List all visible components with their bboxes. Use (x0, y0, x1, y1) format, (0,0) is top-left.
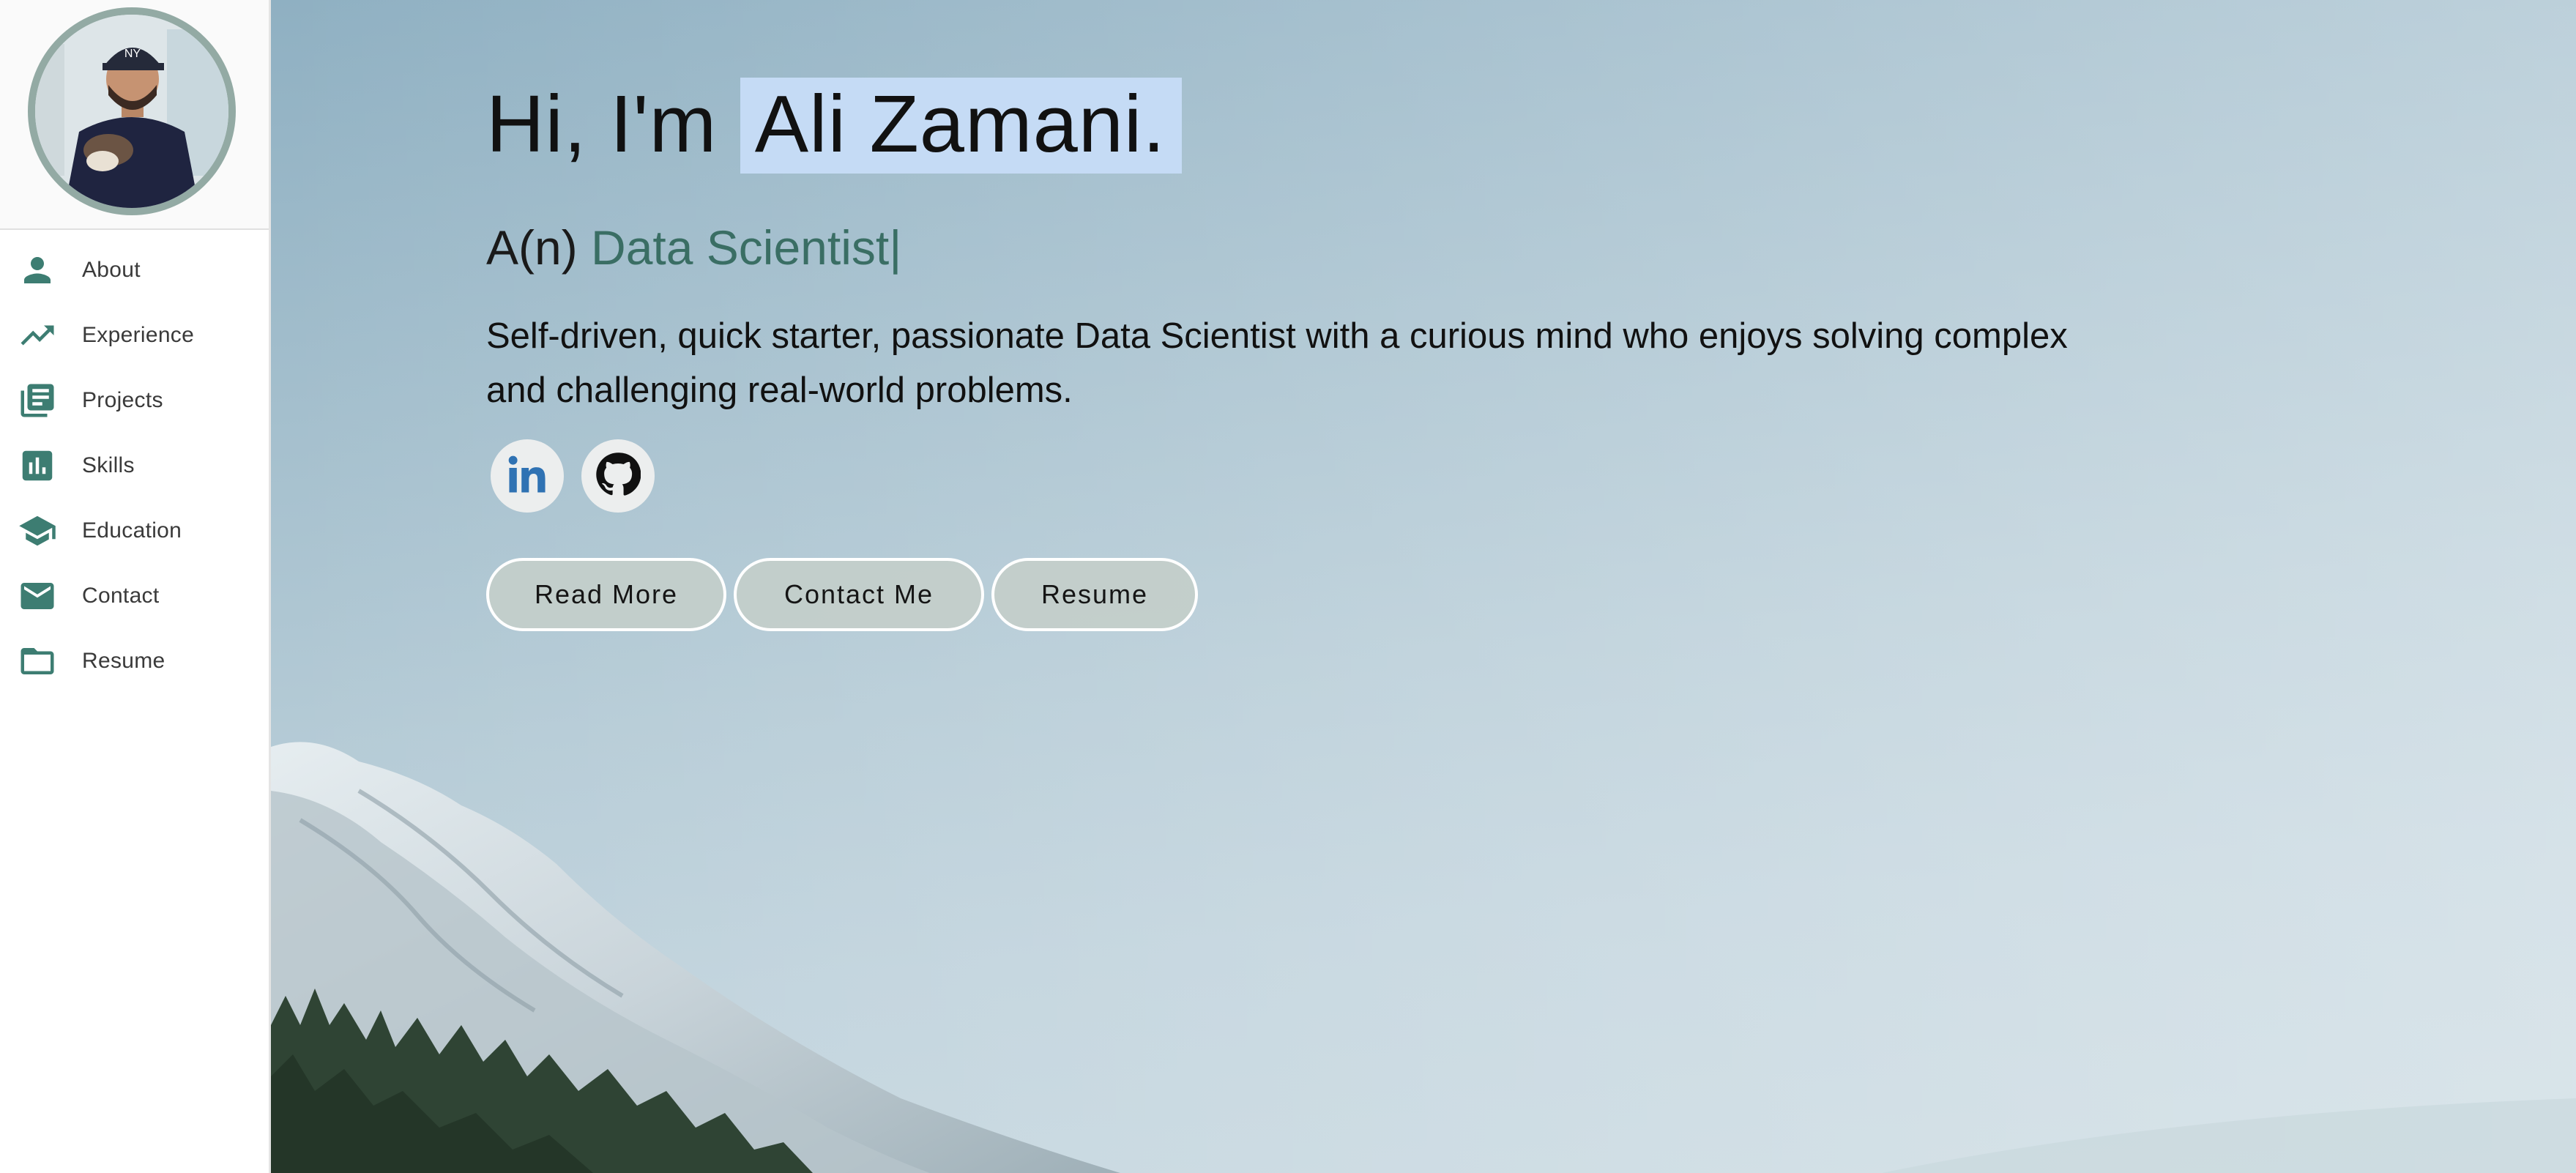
github-link[interactable] (581, 439, 655, 513)
sidebar-item-contact[interactable]: Contact (0, 563, 269, 628)
sidebar-item-label: About (82, 257, 141, 282)
avatar: NY (28, 7, 236, 215)
hero-greeting: Hi, I'm Ali Zamani. (486, 76, 1182, 174)
avatar-photo: NY (35, 15, 228, 208)
sidebar-item-projects[interactable]: Projects (0, 368, 269, 433)
sidebar-item-label: Experience (82, 322, 195, 347)
hero-name: Ali Zamani. (740, 78, 1182, 174)
greeting-prefix: Hi, I'm (486, 79, 718, 169)
linkedin-icon (505, 452, 550, 501)
contact-me-button[interactable]: Contact Me (734, 558, 984, 631)
svg-text:NY: NY (124, 48, 141, 60)
sidebar-item-label: Resume (82, 648, 165, 673)
sidebar-item-label: Projects (82, 387, 163, 412)
hero-bio: Self-driven, quick starter, passionate D… (486, 316, 2068, 410)
github-icon (595, 452, 641, 501)
sidebar-item-resume[interactable]: Resume (0, 628, 269, 693)
typing-cursor: | (889, 220, 902, 275)
hero-actions: Read More Contact Me Resume (486, 558, 1198, 631)
sidebar-item-experience[interactable]: Experience (0, 302, 269, 368)
linkedin-link[interactable] (491, 439, 564, 513)
sidebar-item-education[interactable]: Education (0, 498, 269, 563)
graduation-cap-icon (18, 511, 57, 551)
sidebar-item-label: Education (82, 518, 182, 543)
role-typed-text: Data Scientist (591, 220, 890, 275)
social-links (491, 439, 655, 513)
resume-button[interactable]: Resume (991, 558, 1198, 631)
read-more-button[interactable]: Read More (486, 558, 726, 631)
hero-role: A(n) Data Scientist| (486, 220, 901, 275)
folder-icon (18, 641, 57, 681)
sidebar-item-label: Skills (82, 453, 135, 477)
role-prefix: A(n) (486, 220, 578, 275)
mail-icon (18, 576, 57, 616)
library-books-icon (18, 381, 57, 420)
person-icon (18, 250, 57, 290)
bar-chart-icon (18, 446, 57, 485)
sidebar-item-skills[interactable]: Skills (0, 433, 269, 498)
sidebar-item-label: Contact (82, 583, 160, 608)
avatar-area: NY (0, 0, 269, 230)
sidebar-item-about[interactable]: About (0, 237, 269, 302)
hero-section: Hi, I'm Ali Zamani. A(n) Data Scientist|… (271, 0, 2576, 1173)
sidebar: NY About Experience Projects Skills Educ… (0, 0, 271, 1173)
sidebar-nav: About Experience Projects Skills Educati… (0, 230, 269, 693)
page: NY About Experience Projects Skills Educ… (0, 0, 2576, 1173)
trending-up-icon (18, 316, 57, 355)
